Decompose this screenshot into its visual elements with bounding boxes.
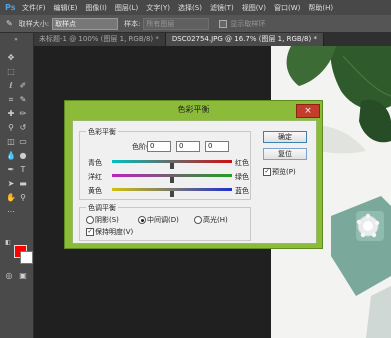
slider-blue-label: 蓝色 [235,187,249,195]
preview-checkbox[interactable]: ✓ [263,168,271,176]
close-button[interactable]: × [296,104,320,118]
slider-cyan-label: 青色 [88,159,102,167]
slider-magenta-label: 洋红 [88,173,102,181]
midtones-radio[interactable] [138,216,146,224]
document-tabs: 未标题-1 @ 100% (图层 1, RGB/8) * DSC02754.JP… [33,33,391,46]
type-tool-icon[interactable]: T [18,165,28,175]
brush-tool-icon[interactable]: ✏ [18,109,28,119]
menu-type[interactable]: 文字(Y) [146,3,170,13]
tab-dsc02754[interactable]: DSC02754.JPG @ 16.7% (图层 1, RGB/8) * [165,33,324,46]
highlights-radio[interactable] [194,216,202,224]
dialog-body: 色彩平衡 色阶(L): 0 0 0 青色 红色 洋红 绿色 黄色 蓝色 色调平衡… [72,120,317,244]
dialog-title: 色彩平衡 [177,105,210,114]
menu-bar: Ps 文件(F) 编辑(E) 图像(I) 图层(L) 文字(Y) 选择(S) 滤… [0,0,391,15]
quick-mask-icon[interactable]: ◎ [4,271,14,281]
menu-help[interactable]: 帮助(H) [308,3,333,13]
levels-input-yellow-blue[interactable]: 0 [205,141,229,152]
crop-tool-icon[interactable]: ⌗ [6,95,16,105]
default-colors-icon[interactable]: ◧ [3,238,13,248]
history-brush-tool-icon[interactable]: ↺ [18,123,28,133]
levels-input-magenta-green[interactable]: 0 [176,141,200,152]
preview-label: 预览(P) [272,168,296,176]
shape-tool-icon[interactable]: ▬ [18,179,28,189]
quick-select-tool-icon[interactable]: ✐ [18,81,28,91]
cyan-red-slider-thumb[interactable] [170,163,174,169]
menu-select[interactable]: 选择(S) [178,3,202,13]
menu-edit[interactable]: 编辑(E) [54,3,78,13]
ok-button[interactable]: 确定 [263,131,307,143]
lasso-tool-icon[interactable]: ℓ [6,81,16,91]
preserve-luminosity-checkbox[interactable]: ✓ [86,228,94,236]
tab-untitled[interactable]: 未标题-1 @ 100% (图层 1, RGB/8) * [33,33,166,46]
shadows-radio[interactable] [86,216,94,224]
pen-tool-icon[interactable]: ✒ [6,165,16,175]
gradient-tool-icon[interactable]: ▭ [18,137,28,147]
background-color-swatch[interactable] [20,251,33,264]
tone-balance-group-title: 色调平衡 [86,203,118,213]
eraser-tool-icon[interactable]: ◫ [6,137,16,147]
highlights-label: 高光(H) [203,216,228,224]
menu-filter[interactable]: 滤镜(T) [210,3,234,13]
more-tools-icon[interactable]: ⋯ [6,207,16,217]
blur-tool-icon[interactable]: 💧 [6,151,16,161]
menu-window[interactable]: 窗口(W) [274,3,300,13]
sample-select[interactable]: 所有图层 [143,17,210,30]
eyedropper-tool-icon[interactable]: ✎ [18,95,28,105]
color-balance-dialog: 色彩平衡 × 色彩平衡 色阶(L): 0 0 0 青色 红色 洋红 绿色 黄色 … [64,100,323,249]
hand-tool-icon[interactable]: ✋ [6,193,16,203]
preserve-luminosity-label: 保持明度(V) [95,228,134,236]
color-balance-group: 色彩平衡 色阶(L): 0 0 0 青色 红色 洋红 绿色 黄色 蓝色 [79,127,251,200]
photoshop-logo: Ps [5,3,16,12]
midtones-label: 中间调(D) [147,216,179,224]
collapse-icon[interactable]: » [11,35,21,45]
reset-button[interactable]: 复位 [263,148,307,160]
sample-label: 样本: [124,19,141,28]
slider-green-label: 绿色 [235,173,249,181]
clone-stamp-tool-icon[interactable]: ⚲ [6,123,16,133]
slider-yellow-label: 黄色 [88,187,102,195]
show-ring-label: 显示取样环 [230,19,266,28]
menu-image[interactable]: 图像(I) [85,3,107,13]
show-ring-checkbox[interactable] [219,19,228,28]
levels-input-cyan-red[interactable]: 0 [147,141,171,152]
dodge-tool-icon[interactable]: ● [18,151,28,161]
eyedropper-icon[interactable]: ✎ [6,19,13,28]
menu-view[interactable]: 视图(V) [242,3,266,13]
color-balance-group-title: 色彩平衡 [86,127,118,137]
menu-layer[interactable]: 图层(L) [115,3,138,13]
sample-size-select[interactable]: 取样点 [52,17,119,30]
healing-tool-icon[interactable]: ✚ [6,109,16,119]
yellow-blue-slider-thumb[interactable] [170,191,174,197]
screen-mode-icon[interactable]: ▣ [18,271,28,281]
move-tool-icon[interactable]: ✥ [6,53,16,63]
options-bar: ✎ 取样大小: 取样点 样本: 所有图层 显示取样环 [0,15,391,33]
tone-balance-group: 色调平衡 阴影(S) 中间调(D) 高光(H) ✓ 保持明度(V) [79,203,251,241]
zoom-tool-icon[interactable]: ⚲ [18,193,28,203]
sample-size-label: 取样大小: [18,19,50,28]
magenta-green-slider-thumb[interactable] [170,177,174,183]
slider-red-label: 红色 [235,159,249,167]
path-select-tool-icon[interactable]: ➤ [6,179,16,189]
tools-panel: » ✥ ⬚ ℓ ✐ ⌗ ✎ ✚ ✏ ⚲ ↺ ◫ ▭ 💧 ● ✒ T ➤ ▬ ✋ … [0,33,34,338]
menu-file[interactable]: 文件(F) [22,3,46,13]
shadows-label: 阴影(S) [95,216,119,224]
marquee-tool-icon[interactable]: ⬚ [6,67,16,77]
